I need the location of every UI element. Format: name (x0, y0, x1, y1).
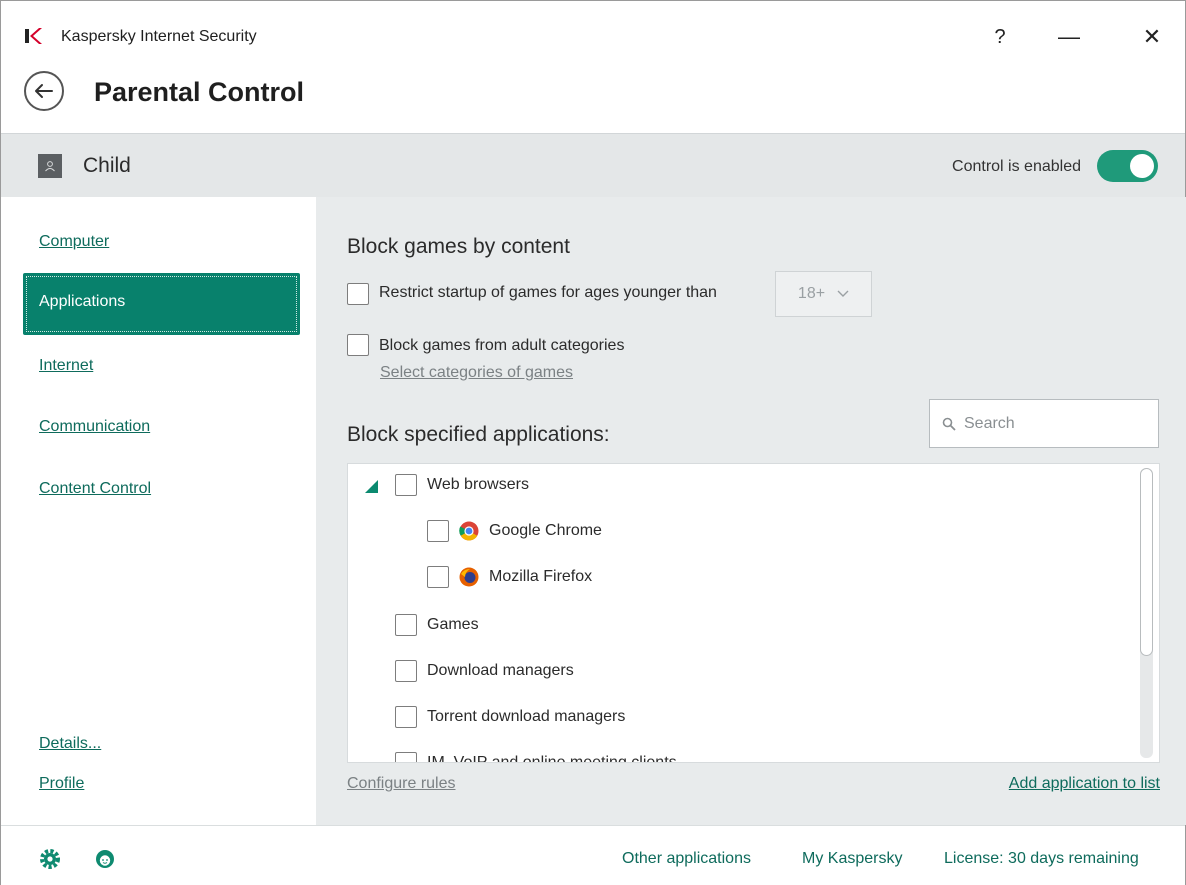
collapse-arrow-icon[interactable] (365, 480, 378, 493)
app-title: Kaspersky Internet Security (61, 28, 257, 45)
title-bar: Kaspersky Internet Security ? — ✕ (1, 1, 1185, 67)
application-list: Web browsers Google Chrome Mozilla Firef… (347, 463, 1160, 763)
footer: Other applications My Kaspersky License:… (1, 825, 1185, 885)
configure-rules-link[interactable]: Configure rules (347, 775, 456, 793)
search-input[interactable]: Search (929, 399, 1159, 448)
torrent-managers-checkbox[interactable] (395, 706, 417, 728)
search-icon (942, 417, 956, 431)
list-item-label: Download managers (427, 662, 574, 679)
block-apps-title: Block specified applications: (347, 423, 610, 446)
license-link[interactable]: License: 30 days remaining (944, 850, 1139, 868)
list-item: Google Chrome (348, 510, 1138, 552)
list-item-label: Games (427, 616, 479, 633)
control-status-label: Control is enabled (952, 158, 1081, 175)
page-title: Parental Control (94, 77, 305, 107)
google-chrome-checkbox[interactable] (427, 520, 449, 542)
other-applications-link[interactable]: Other applications (622, 850, 751, 868)
profile-band: Child Control is enabled (1, 133, 1185, 197)
list-item: Download managers (348, 648, 1138, 690)
select-categories-link[interactable]: Select categories of games (380, 364, 573, 382)
main-panel: Block games by content Restrict startup … (316, 197, 1186, 825)
sidebar-item-content-control[interactable]: Content Control (39, 480, 151, 498)
app-window: Kaspersky Internet Security ? — ✕ Parent… (0, 0, 1186, 885)
my-kaspersky-link[interactable]: My Kaspersky (802, 850, 902, 868)
list-item-label: Google Chrome (489, 522, 602, 539)
chrome-icon (459, 521, 479, 541)
add-application-link[interactable]: Add application to list (1009, 775, 1160, 793)
list-item: Games (348, 602, 1138, 644)
arrow-left-icon (35, 84, 53, 98)
block-games-title: Block games by content (347, 235, 570, 258)
profile-link[interactable]: Profile (39, 775, 84, 793)
child-avatar-icon (38, 154, 62, 178)
close-button[interactable]: ✕ (1129, 19, 1175, 55)
list-item-label: Mozilla Firefox (489, 568, 593, 585)
scroll-thumb[interactable] (1140, 468, 1153, 656)
list-item: Torrent download managers (348, 694, 1138, 736)
sidebar-item-communication[interactable]: Communication (39, 418, 150, 436)
search-placeholder: Search (964, 414, 1015, 432)
details-link[interactable]: Details... (39, 735, 101, 753)
list-item-label: Web browsers (427, 476, 529, 493)
download-managers-checkbox[interactable] (395, 660, 417, 682)
kaspersky-logo-icon (25, 28, 42, 44)
sidebar-item-label: Applications (39, 293, 126, 310)
list-item: Web browsers (348, 464, 1138, 506)
list-item-label: Torrent download managers (427, 708, 626, 725)
age-select[interactable]: 18+ (775, 271, 872, 317)
list-item: Mozilla Firefox (348, 556, 1138, 598)
gear-icon[interactable] (39, 848, 61, 870)
mozilla-firefox-checkbox[interactable] (427, 566, 449, 588)
adult-categories-checkbox[interactable] (347, 334, 369, 356)
sidebar: Computer Applications Internet Communica… (1, 197, 316, 825)
firefox-icon (459, 567, 479, 587)
restrict-age-label: Restrict startup of games for ages young… (379, 284, 717, 301)
games-checkbox[interactable] (395, 614, 417, 636)
restrict-age-checkbox[interactable] (347, 283, 369, 305)
control-toggle[interactable] (1097, 150, 1158, 182)
list-scrollbar[interactable] (1140, 468, 1153, 758)
age-select-value: 18+ (797, 285, 826, 302)
sidebar-item-internet[interactable]: Internet (39, 357, 93, 375)
sidebar-item-applications[interactable]: Applications (23, 273, 300, 335)
sidebar-item-computer[interactable]: Computer (39, 233, 109, 251)
support-face-icon[interactable] (94, 848, 116, 870)
web-browsers-checkbox[interactable] (395, 474, 417, 496)
minimize-button[interactable]: — (1046, 19, 1092, 55)
chevron-down-icon (837, 290, 849, 297)
help-button[interactable]: ? (977, 19, 1023, 55)
adult-categories-label: Block games from adult categories (379, 337, 625, 354)
toggle-knob (1130, 154, 1154, 178)
back-button[interactable] (24, 71, 64, 111)
im-voip-checkbox[interactable] (395, 752, 417, 762)
list-item-label: IM, VoIP and online meeting clients (427, 754, 677, 763)
profile-name: Child (83, 154, 131, 177)
list-item: IM, VoIP and online meeting clients (348, 740, 1138, 763)
